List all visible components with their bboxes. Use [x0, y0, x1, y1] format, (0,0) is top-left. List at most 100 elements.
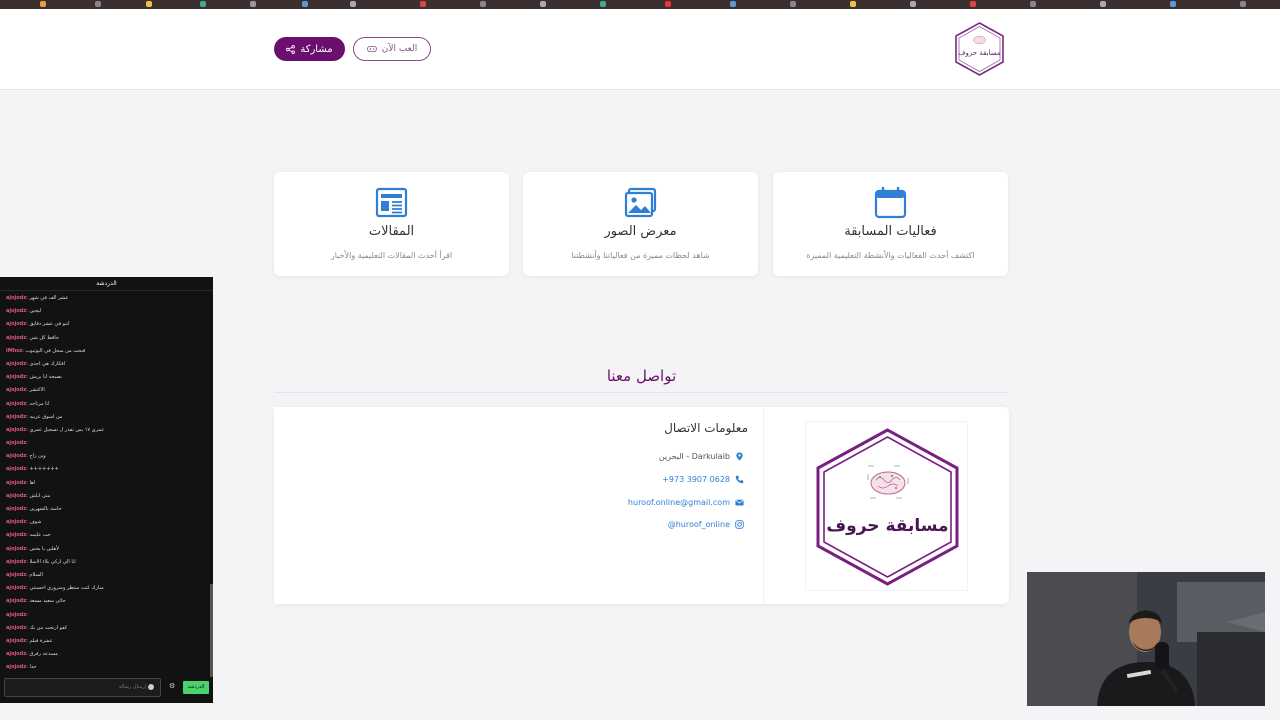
- chat-username[interactable]: ajojodz: [6, 374, 26, 380]
- chat-username[interactable]: ajojodz: [6, 335, 26, 341]
- chat-username[interactable]: ajojodz: [6, 651, 26, 657]
- chat-message: ajojodz: حاسة بالشهرين: [6, 506, 62, 512]
- chat-text: متى ابلش: [29, 492, 51, 499]
- image-icon: [624, 187, 657, 218]
- chat-text: حافظ كل شي: [29, 334, 59, 341]
- chat-message: ajojodz: وين راح: [6, 453, 46, 460]
- chat-message: ajojodz: جائي سعيد مسعد: [6, 598, 66, 605]
- chat-username[interactable]: ajojodz: [6, 532, 26, 538]
- chat-message: ajojodz: شوف: [6, 519, 42, 526]
- stream-chat-overlay: الدردشة ajojodz: عشر الف في شهر ajojodz: …: [0, 277, 213, 703]
- chat-header: الدردشة: [0, 277, 213, 291]
- chat-username[interactable]: ajojodz: [6, 585, 26, 591]
- section-divider: [274, 392, 1009, 393]
- browser-bookmarks-bar: [0, 0, 1280, 9]
- chat-username[interactable]: ajojodz: [6, 546, 26, 552]
- chat-scrollbar[interactable]: [210, 584, 213, 677]
- articles-card-title: المقالات: [368, 224, 415, 239]
- chat-text: الاكتشر: [29, 387, 45, 394]
- phone-link[interactable]: +973 3907 0628: [662, 475, 730, 484]
- chat-input[interactable]: إرسال رسالة: [4, 678, 161, 697]
- chat-username[interactable]: ajojodz: [6, 414, 26, 420]
- chat-username[interactable]: ajojodz: [6, 295, 26, 301]
- chat-text: عشرة فيلم: [29, 637, 53, 644]
- chat-username[interactable]: ajojodz: [6, 506, 26, 512]
- chat-username[interactable]: ajojodz: [6, 638, 26, 644]
- chat-username[interactable]: ajojodz: [6, 612, 26, 618]
- chat-message: iMhsz: قبحت من سحل في اليوتيوب: [6, 347, 86, 354]
- location-row: Darkulaib - البحرين: [659, 452, 744, 461]
- gallery-card-title: معرض الصور: [604, 224, 677, 239]
- chat-username[interactable]: ajojodz: [6, 625, 26, 631]
- instagram-row[interactable]: huroof_online@: [668, 520, 744, 529]
- chat-message: ajojodz: حب عليمه: [6, 532, 51, 539]
- contact-info-panel: معلومات الاتصال Darkulaib - البحرين +973…: [274, 407, 764, 604]
- webcam-overlay: [1027, 572, 1265, 706]
- chat-message: ajojodz: افكارك هي احدى: [6, 360, 66, 367]
- chat-text: وين راح: [29, 453, 46, 460]
- chat-text: جائي سعيد مسعد: [29, 598, 66, 605]
- chat-text: من اسوق عربيه: [29, 413, 63, 420]
- chat-username[interactable]: ajojodz: [6, 664, 26, 670]
- chat-message: ajojodz: السلام: [6, 571, 43, 578]
- email-row[interactable]: huroof.online@gmail.com: [628, 498, 744, 507]
- chat-text: شوف: [29, 519, 42, 526]
- play-now-button[interactable]: العب الآن: [353, 37, 431, 61]
- chat-text: مسدعه رفرق: [29, 651, 58, 658]
- chat-message: ajojodz: نصيحة انا بريش: [6, 374, 62, 381]
- chat-username[interactable]: ajojodz: [6, 427, 26, 433]
- site-logo[interactable]: مسابقة حروف: [953, 21, 1006, 77]
- chat-username[interactable]: ajojodz: [6, 321, 26, 327]
- chat-send-button[interactable]: الدردشة: [183, 681, 209, 694]
- chat-message: ajojodz: الاكتشر: [6, 387, 45, 394]
- chat-username[interactable]: ajojodz: [6, 440, 26, 446]
- gear-icon[interactable]: ⚙: [169, 683, 176, 690]
- phone-row[interactable]: +973 3907 0628: [662, 475, 744, 484]
- chat-username[interactable]: ajojodz: [6, 519, 26, 525]
- chat-username[interactable]: ajojodz: [6, 401, 26, 407]
- chat-username[interactable]: ajojodz: [6, 361, 26, 367]
- chat-text: انتو في عشر دقايق: [29, 321, 70, 328]
- chat-message: ajojodz:: [6, 440, 28, 447]
- chat-text: مبارك كنت منتظر وسروري احسنتي: [29, 585, 104, 592]
- articles-card[interactable]: المقالات اقرأ أحدث المقالات التعليمية وا…: [274, 172, 509, 276]
- location-pin-icon: [736, 452, 743, 461]
- chat-username[interactable]: ajojodz: [6, 572, 26, 578]
- chat-text: كفو ارتحت من بك: [29, 624, 68, 631]
- chat-text: حب عليمه: [29, 532, 51, 539]
- chat-username[interactable]: ajojodz: [6, 466, 26, 472]
- chat-message: ajojodz: كفو ارتحت من بك: [6, 624, 68, 631]
- email-link[interactable]: huroof.online@gmail.com: [628, 498, 730, 507]
- events-card-title: فعاليات المسابقة: [844, 224, 937, 239]
- chat-username[interactable]: ajojodz: [6, 387, 26, 393]
- chat-text: افكارك هي احدى: [29, 360, 66, 367]
- chat-text: انا مرتاحه: [29, 400, 50, 407]
- share-button[interactable]: مشاركة: [274, 37, 345, 61]
- chat-username[interactable]: iMhsz: [6, 348, 22, 354]
- instagram-link[interactable]: huroof_online@: [668, 520, 730, 529]
- emoji-icon[interactable]: [148, 684, 154, 690]
- chat-username[interactable]: ajojodz: [6, 308, 26, 314]
- chat-username[interactable]: ajojodz: [6, 493, 26, 499]
- chat-message: ajojodz: انا مرتاحه: [6, 400, 50, 407]
- gallery-card[interactable]: معرض الصور شاهد لحظات مميزة من فعالياتنا…: [523, 172, 758, 276]
- chat-text: نصيحة انا بريش: [29, 374, 62, 381]
- chat-username[interactable]: ajojodz: [6, 480, 26, 486]
- chat-text: حدا: [29, 664, 37, 671]
- calendar-icon: [874, 186, 907, 219]
- chat-username[interactable]: ajojodz: [6, 559, 26, 565]
- chat-text: ليجين: [29, 308, 42, 315]
- chat-message: ajojodz: متى ابلش: [6, 492, 51, 499]
- newspaper-icon: [375, 187, 408, 218]
- email-icon: [735, 499, 744, 506]
- share-icon: [286, 44, 296, 54]
- chat-message: ajojodz: انا الي اركي بلاء الاسلا: [6, 558, 76, 565]
- events-card[interactable]: فعاليات المسابقة اكتشف أحدث الفعاليات وا…: [773, 172, 1008, 276]
- chat-username[interactable]: ajojodz: [6, 453, 26, 459]
- chat-message-list[interactable]: ajojodz: عشر الف في شهر ajojodz: ليجين ajo…: [0, 292, 209, 677]
- chat-message: ajojodz: عشر الف في شهر: [6, 295, 69, 301]
- chat-message: ajojodz: عمري ١٧ بس نقدر ل تسجيل عمري: [6, 426, 105, 433]
- chat-username[interactable]: ajojodz: [6, 598, 26, 604]
- location-text: Darkulaib - البحرين: [658, 452, 730, 461]
- play-now-label: العب الآن: [381, 44, 418, 54]
